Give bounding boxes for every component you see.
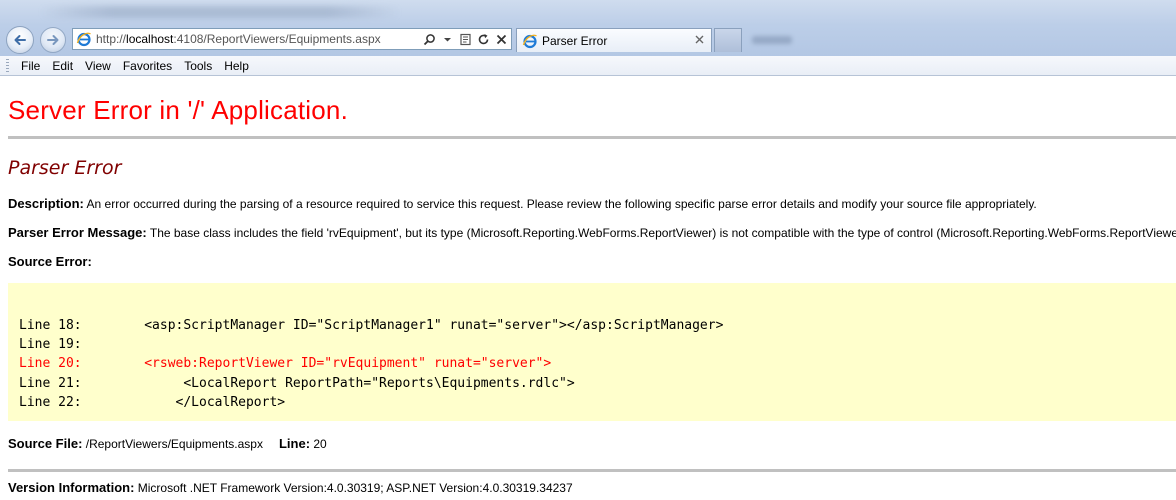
window-title-blurred [40,6,400,18]
code-line: Line 22: </LocalReport> [19,394,286,410]
back-arrow-icon [14,35,26,45]
divider [8,136,1176,139]
description-text: An error occurred during the parsing of … [83,197,1037,211]
page-title: Server Error in '/' Application. [8,95,349,125]
source-file-line: Source File: /ReportViewers/Equipments.a… [8,436,327,451]
search-button[interactable] [422,31,436,47]
code-line: Line 19: [19,337,82,353]
divider [8,469,1176,472]
back-button[interactable] [6,26,34,54]
forward-button[interactable] [40,27,66,53]
tab-title: Parser Error [542,33,608,48]
error-message-text: The base class includes the field 'rvEqu… [146,226,1176,240]
chevron-down-icon [443,37,451,41]
url-text[interactable]: http://localhost:4108/ReportViewers/Equi… [96,32,381,46]
menu-file[interactable]: File [15,59,46,73]
source-error-heading: Source Error: [8,254,92,269]
tab-parser-error[interactable]: Parser Error [516,28,712,52]
refresh-button[interactable] [476,31,490,47]
menu-help[interactable]: Help [218,59,255,73]
source-error-label: Source Error: [8,254,92,269]
search-icon [423,33,435,45]
error-page: Server Error in '/' Application. Parser … [0,77,1176,500]
line-value: 20 [310,437,327,451]
compatibility-view-button[interactable] [458,31,472,47]
error-subtitle: Parser Error [8,157,122,179]
source-code: Line 18: <asp:ScriptManager ID="ScriptMa… [19,316,723,412]
code-line: Line 18: <asp:ScriptManager ID="ScriptMa… [19,318,724,333]
source-code-block: Line 18: <asp:ScriptManager ID="ScriptMa… [8,283,1176,421]
close-tab-icon[interactable] [694,34,705,45]
code-line-error: Line 20: <rsweb:ReportViewer ID="rvEquip… [19,356,552,372]
source-file-value: /ReportViewers/Equipments.aspx [82,437,263,451]
stop-icon [496,34,506,44]
forward-arrow-icon [47,35,59,45]
blurred-tab-label [752,36,792,44]
line-label: Line: [278,436,311,451]
version-info-text: Microsoft .NET Framework Version:4.0.303… [134,481,573,495]
ie-logo-icon [76,32,91,47]
menu-tools[interactable]: Tools [178,59,218,73]
menu-favorites[interactable]: Favorites [117,59,178,73]
code-line: Line 21: <LocalReport ReportPath="Report… [19,375,575,391]
error-message-line: Parser Error Message: The base class inc… [8,225,1176,240]
version-info-line: Version Information: Microsoft .NET Fram… [8,480,573,495]
url-host: localhost [126,32,174,46]
description-label: Description: [8,196,84,211]
address-bar[interactable]: http://localhost:4108/ReportViewers/Equi… [72,28,512,50]
compatibility-view-icon [459,33,471,45]
menu-bar: File Edit View Favorites Tools Help [0,56,1176,76]
refresh-icon [478,33,488,44]
description-line: Description: An error occurred during th… [8,196,1037,211]
new-tab-button[interactable] [714,28,742,52]
version-info-label: Version Information: [8,480,135,495]
ie-logo-icon [522,34,537,48]
menu-grip [6,58,9,73]
source-file-label: Source File: [8,436,83,451]
error-message-label: Parser Error Message: [8,225,147,240]
search-dropdown[interactable] [440,31,454,47]
address-tools [422,31,508,47]
stop-button[interactable] [494,31,508,47]
url-scheme: http:// [96,32,127,46]
menu-view[interactable]: View [79,59,117,73]
browser-chrome: http://localhost:4108/ReportViewers/Equi… [0,0,1176,56]
url-path: :4108/ReportViewers/Equipments.aspx [173,32,381,46]
menu-edit[interactable]: Edit [46,59,79,73]
